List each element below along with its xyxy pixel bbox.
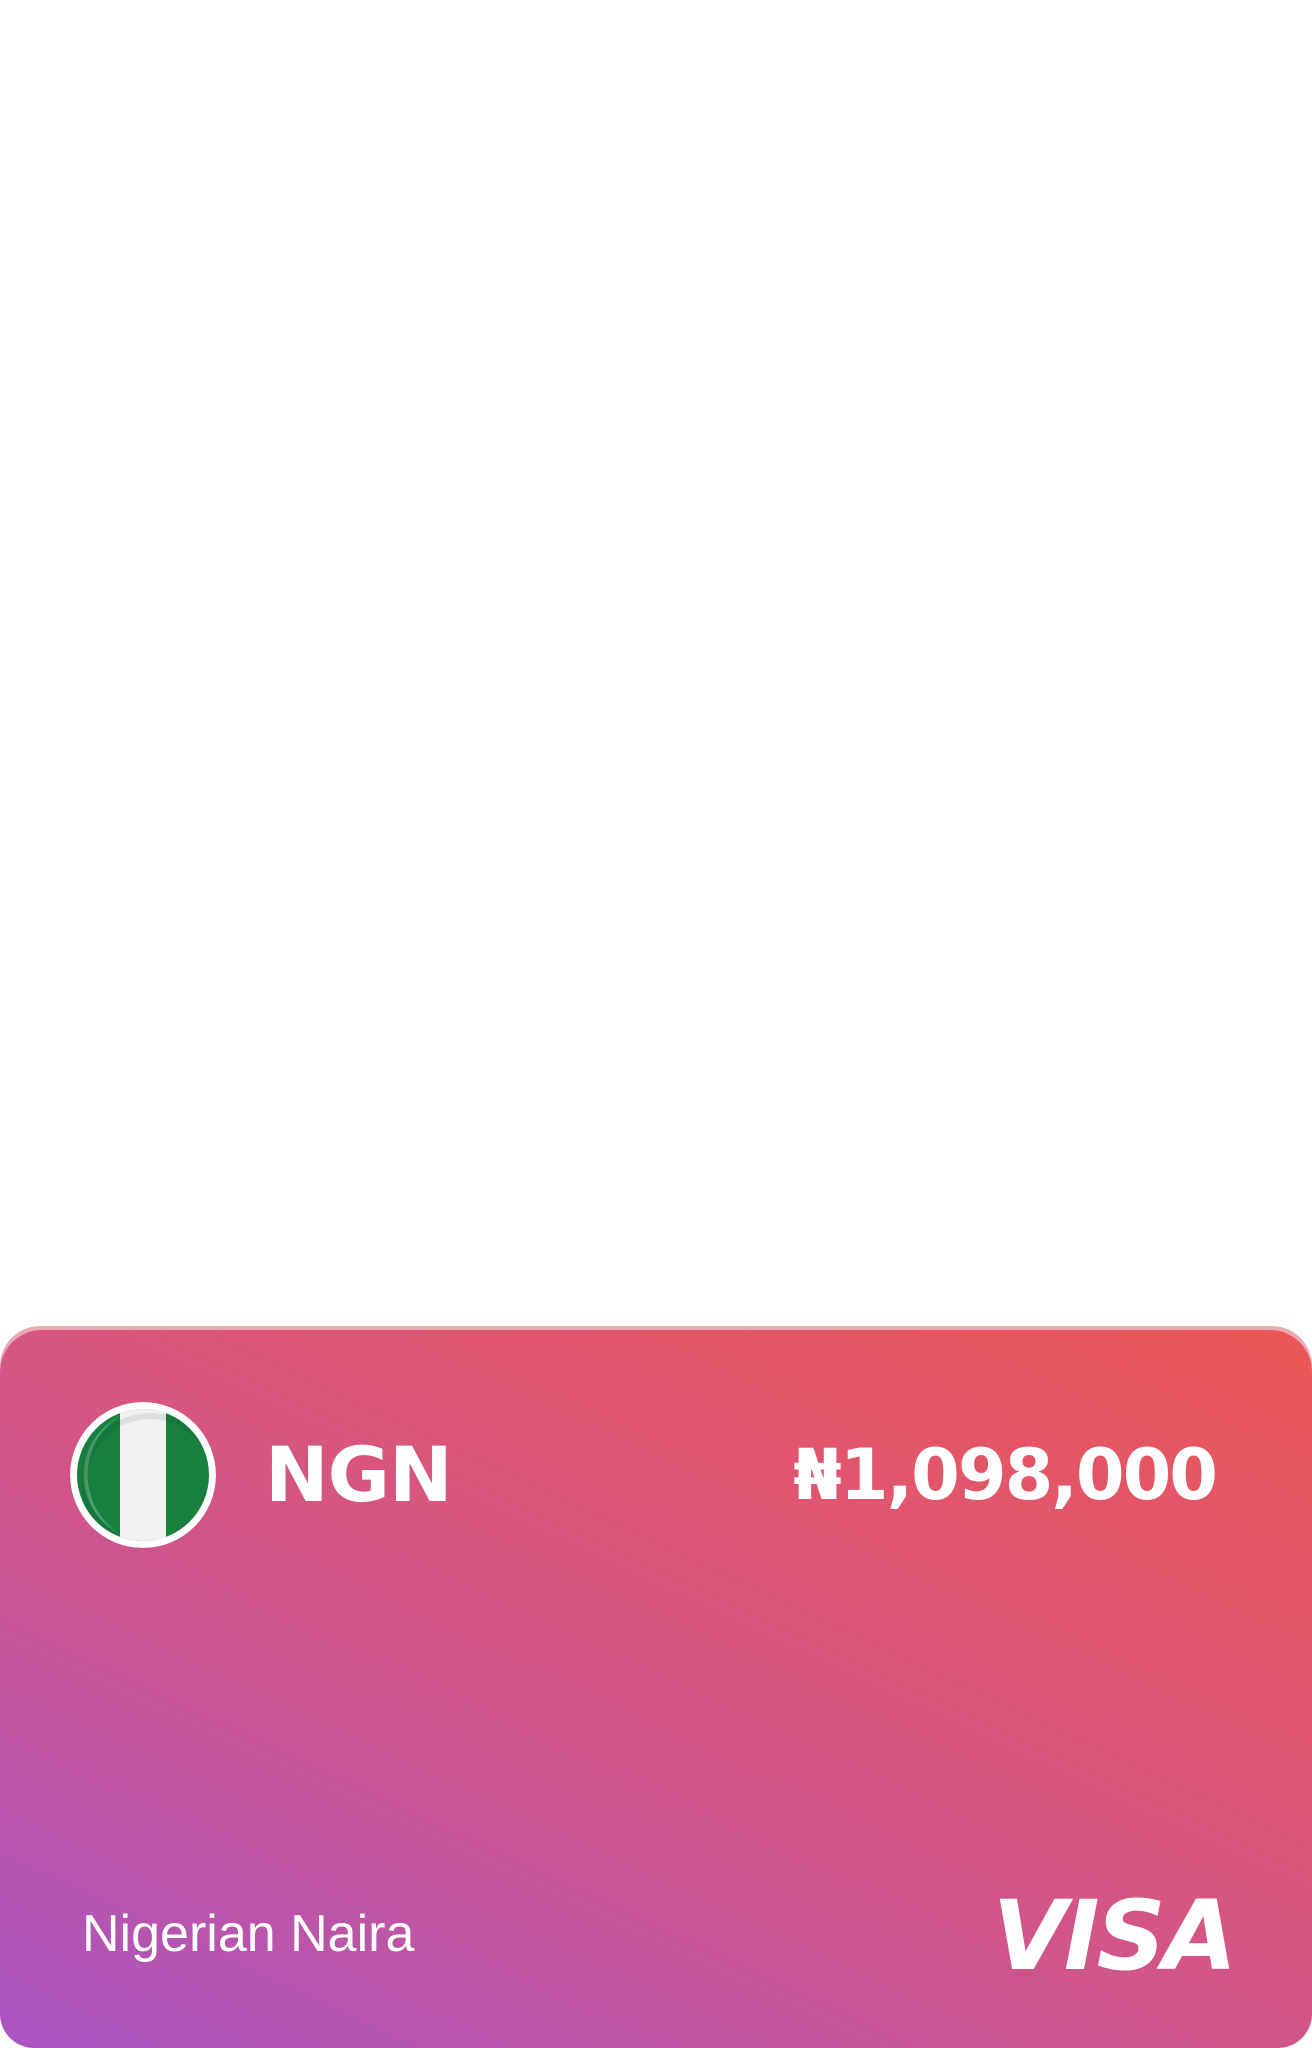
screen: NGN ₦1,098,000 Nigerian Naira VISA bbox=[0, 0, 1312, 2048]
visa-logo: VISA bbox=[992, 1880, 1237, 1992]
currency-code: NGN bbox=[265, 1430, 453, 1519]
currency-name: Nigerian Naira bbox=[82, 1905, 415, 1963]
nigeria-flag-icon bbox=[70, 1402, 216, 1548]
currency-card[interactable]: NGN ₦1,098,000 Nigerian Naira VISA bbox=[0, 1330, 1312, 2048]
balance-amount: ₦1,098,000 bbox=[793, 1434, 1218, 1516]
